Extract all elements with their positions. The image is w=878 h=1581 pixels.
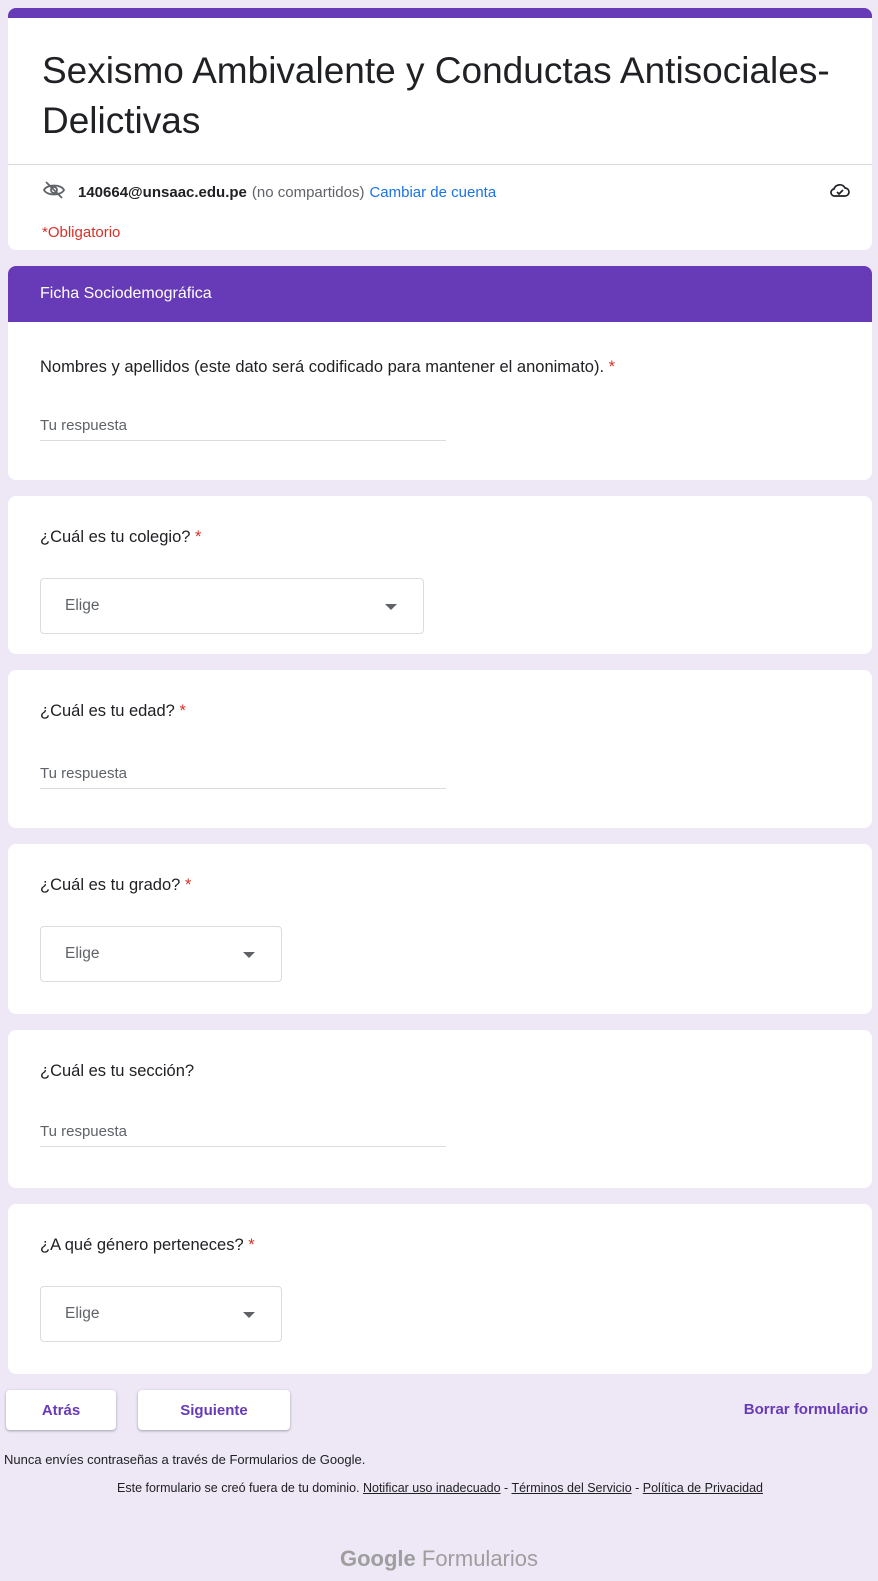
form-title: Sexismo Ambivalente y Conductas Antisoci… [42,50,830,141]
select-value: Elige [65,945,100,962]
cloud-done-icon [828,178,852,202]
age-input[interactable] [40,758,446,789]
dropdown-caret-icon [243,952,255,958]
not-shared-label: (no compartidos) [251,183,365,201]
school-select[interactable]: Elige [40,578,424,634]
form-title-card: Sexismo Ambivalente y Conductas Antisoci… [8,8,872,250]
question-label: ¿A qué género perteneces? * [40,1236,255,1254]
back-button[interactable]: Atrás [6,1390,116,1430]
account-email: 140664@unsaac.edu.pe [78,183,247,201]
grade-select[interactable]: Elige [40,926,282,982]
password-warning: Nunca envíes contraseñas a través de For… [4,1452,366,1467]
required-asterisk: * [179,702,186,720]
question-label: ¿Cuál es tu sección? [40,1062,195,1080]
question-label: Nombres y apellidos (este dato será codi… [40,358,616,376]
question-card-name: Nombres y apellidos (este dato será codi… [8,322,872,480]
switch-account-link[interactable]: Cambiar de cuenta [369,184,496,201]
name-input[interactable] [40,410,446,441]
required-note: *Obligatorio [42,224,121,241]
required-asterisk: * [195,528,202,546]
section-header: Ficha Sociodemográfica [8,266,872,322]
clear-form-link[interactable]: Borrar formulario [744,1401,868,1418]
account-row: 140664@unsaac.edu.pe (no compartidos) Ca… [42,180,496,204]
section-input[interactable] [40,1116,446,1147]
required-asterisk: * [608,358,616,376]
dropdown-caret-icon [243,1312,255,1318]
question-card-gender: ¿A qué género perteneces? * Elige [8,1204,872,1374]
next-button[interactable]: Siguiente [138,1390,290,1430]
terms-link[interactable]: Términos del Servicio [511,1481,631,1495]
question-label: ¿Cuál es tu grado? * [40,876,192,894]
question-card-age: ¿Cuál es tu edad? * [8,670,872,828]
question-card-section: ¿Cuál es tu sección? [8,1030,872,1188]
question-card-grade: ¿Cuál es tu grado? * Elige [8,844,872,1014]
privacy-link[interactable]: Política de Privacidad [643,1481,763,1495]
select-value: Elige [65,597,100,614]
report-abuse-link[interactable]: Notificar uso inadecuado [363,1481,501,1495]
footer-legal: Este formulario se creó fuera de tu domi… [117,1481,763,1495]
google-forms-logo[interactable]: Google Formularios [0,1546,878,1572]
divider [8,164,872,165]
question-label: ¿Cuál es tu edad? * [40,702,186,720]
select-value: Elige [65,1305,100,1322]
dropdown-caret-icon [385,604,397,610]
question-card-school: ¿Cuál es tu colegio? * Elige [8,496,872,654]
eye-off-icon [42,180,66,204]
question-label: ¿Cuál es tu colegio? * [40,528,202,546]
required-asterisk: * [184,876,192,894]
gender-select[interactable]: Elige [40,1286,282,1342]
required-asterisk: * [248,1236,255,1254]
